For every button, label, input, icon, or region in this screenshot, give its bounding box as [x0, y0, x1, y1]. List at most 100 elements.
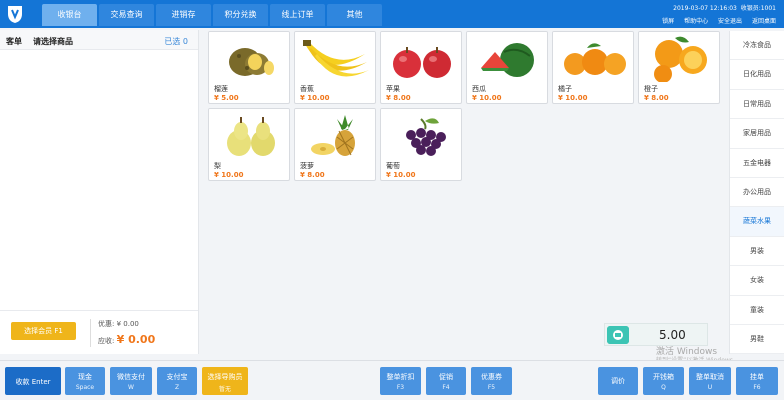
category-hardware[interactable]: 五金电器: [730, 149, 784, 178]
category-daily-use[interactable]: 日常用品: [730, 90, 784, 120]
category-kidswear[interactable]: 童装: [730, 296, 784, 325]
coupon-button[interactable]: 优惠券 F5: [471, 367, 512, 395]
datetime: 2019-03-07 12:16:03: [673, 5, 737, 12]
category-womenswear[interactable]: 女装: [730, 266, 784, 296]
product-name: 橙子: [644, 85, 658, 93]
product-price: ¥ 10.00: [386, 171, 416, 179]
coupon-label: 优惠券: [481, 373, 502, 381]
wechat-label: 微信支付: [117, 373, 145, 381]
price-adjust-button[interactable]: 调价: [598, 367, 638, 395]
action-bar: 收款 Enter 现金 Space 微信支付 W 支付宝 Z 选择导购员 暂无 整单折扣…: [0, 360, 784, 400]
category-daily-chemical[interactable]: 日化用品: [730, 60, 784, 90]
product-price: ¥ 10.00: [214, 171, 244, 179]
product-price: ¥ 10.00: [300, 94, 330, 102]
checkout-button[interactable]: 收款 Enter: [5, 367, 61, 395]
checkout-label: 收款 Enter: [15, 378, 51, 386]
select-guide-button[interactable]: 选择导购员 暂无: [202, 367, 248, 395]
product-card-durian[interactable]: 榴莲 ¥ 5.00: [208, 31, 290, 104]
product-name: 菠萝: [300, 162, 314, 170]
help-link[interactable]: 帮助中心: [684, 18, 708, 25]
product-price: ¥ 8.00: [386, 94, 411, 102]
product-card-pineapple[interactable]: 菠萝 ¥ 8.00: [294, 108, 376, 181]
grape-icon: [381, 109, 461, 159]
amount-display: 5.00: [604, 323, 708, 346]
tab-points[interactable]: 积分兑换: [213, 4, 268, 26]
orange-icon: [639, 32, 719, 82]
desktop-link[interactable]: 返回桌面: [752, 18, 776, 25]
banana-icon: [295, 32, 375, 82]
category-office[interactable]: 办公用品: [730, 178, 784, 208]
tab-online-orders[interactable]: 线上订单: [270, 4, 325, 26]
logout-link[interactable]: 安全退出: [718, 18, 742, 25]
category-household[interactable]: 家居用品: [730, 119, 784, 149]
open-drawer-button[interactable]: 开钱箱 Q: [643, 367, 684, 395]
top-bar: 收银台 交易查询 进销存 积分兑换 线上订单 其他 2019-03-07 12:…: [0, 0, 784, 28]
price-adjust-label: 调价: [611, 377, 625, 385]
category-mens-shoes[interactable]: 男鞋: [730, 325, 784, 355]
order-panel: 客单 请选择商品 已选 0 选择会员 F1 优惠: ¥ 0.00 应收: ¥ 0…: [0, 30, 199, 354]
product-name: 梨: [214, 162, 221, 170]
cash-shortcut: Space: [75, 384, 95, 391]
product-price: ¥ 8.00: [644, 94, 669, 102]
order-discount-button[interactable]: 整单折扣 F3: [380, 367, 421, 395]
alipay-label: 支付宝: [166, 373, 188, 381]
order-label: 客单: [6, 37, 22, 46]
tab-transactions[interactable]: 交易查询: [99, 4, 154, 26]
discount-text: 优惠: ¥ 0.00: [98, 320, 139, 328]
product-card-apple[interactable]: 苹果 ¥ 8.00: [380, 31, 462, 104]
hold-order-button[interactable]: 挂单 F6: [736, 367, 778, 395]
category-menswear[interactable]: 男装: [730, 237, 784, 267]
cancel-order-shortcut: U: [707, 384, 713, 391]
wechat-pay-button[interactable]: 微信支付 W: [110, 367, 152, 395]
amount-value: 5.00: [659, 328, 686, 342]
cashier-id: 收银员:1001: [740, 5, 776, 12]
promo-shortcut: F4: [442, 384, 450, 391]
product-price: ¥ 5.00: [214, 94, 239, 102]
apple-icon: [381, 32, 461, 82]
wechat-shortcut: W: [128, 384, 134, 391]
cash-button[interactable]: 现金 Space: [65, 367, 105, 395]
category-fruit-veg[interactable]: 蔬菜水果: [730, 207, 784, 237]
hold-label: 挂单: [750, 373, 764, 381]
product-card-orange[interactable]: 橙子 ¥ 8.00: [638, 31, 720, 104]
hold-shortcut: F6: [753, 384, 761, 391]
amount-due: 应收: ¥ 0.00: [98, 333, 155, 346]
promotion-button[interactable]: 促销 F4: [426, 367, 466, 395]
header-info: 2019-03-07 12:16:03 收银员:1001 锁屏 帮助中心 安全退…: [654, 3, 776, 25]
lock-screen-link[interactable]: 锁屏: [662, 18, 674, 25]
alipay-button[interactable]: 支付宝 Z: [157, 367, 197, 395]
pineapple-icon: [295, 109, 375, 159]
tangerine-icon: [553, 32, 633, 82]
cancel-order-button[interactable]: 整单取消 U: [689, 367, 731, 395]
product-name: 橘子: [558, 85, 572, 93]
select-member-button[interactable]: 选择会员 F1: [11, 322, 76, 340]
pear-icon: [209, 109, 289, 159]
product-name: 西瓜: [472, 85, 486, 93]
app-logo-icon: [8, 6, 22, 23]
divider: [90, 319, 91, 347]
tab-other[interactable]: 其他: [327, 4, 382, 26]
product-price: ¥ 8.00: [300, 171, 325, 179]
cancel-order-label: 整单取消: [696, 373, 724, 381]
product-card-watermelon[interactable]: 西瓜 ¥ 10.00: [466, 31, 548, 104]
watermelon-icon: [467, 32, 547, 82]
product-name: 榴莲: [214, 85, 228, 93]
product-grid: 榴莲 ¥ 5.00 香蕉 ¥ 10.00 苹果 ¥ 8.00 西瓜 ¥ 10.0…: [208, 31, 723, 341]
alipay-shortcut: Z: [174, 384, 180, 391]
product-card-banana[interactable]: 香蕉 ¥ 10.00: [294, 31, 376, 104]
order-discount-shortcut: F3: [396, 384, 405, 391]
guide-label: 选择导购员: [207, 373, 243, 381]
tab-inventory[interactable]: 进销存: [156, 4, 211, 26]
category-sidebar: 冷冻食品 日化用品 日常用品 家居用品 五金电器 办公用品 蔬菜水果 男装 女装…: [729, 31, 784, 355]
open-drawer-shortcut: Q: [661, 384, 666, 391]
product-card-tangerine[interactable]: 橘子 ¥ 10.00: [552, 31, 634, 104]
category-frozen[interactable]: 冷冻食品: [730, 31, 784, 61]
product-name: 香蕉: [300, 85, 314, 93]
product-name: 葡萄: [386, 162, 400, 170]
due-value: ¥ 0.00: [116, 333, 156, 346]
product-card-pear[interactable]: 梨 ¥ 10.00: [208, 108, 290, 181]
coupon-shortcut: F5: [487, 384, 496, 391]
tab-cashier[interactable]: 收银台: [42, 4, 97, 26]
order-header: 客单 请选择商品 已选 0: [0, 30, 198, 50]
product-card-grape[interactable]: 葡萄 ¥ 10.00: [380, 108, 462, 181]
